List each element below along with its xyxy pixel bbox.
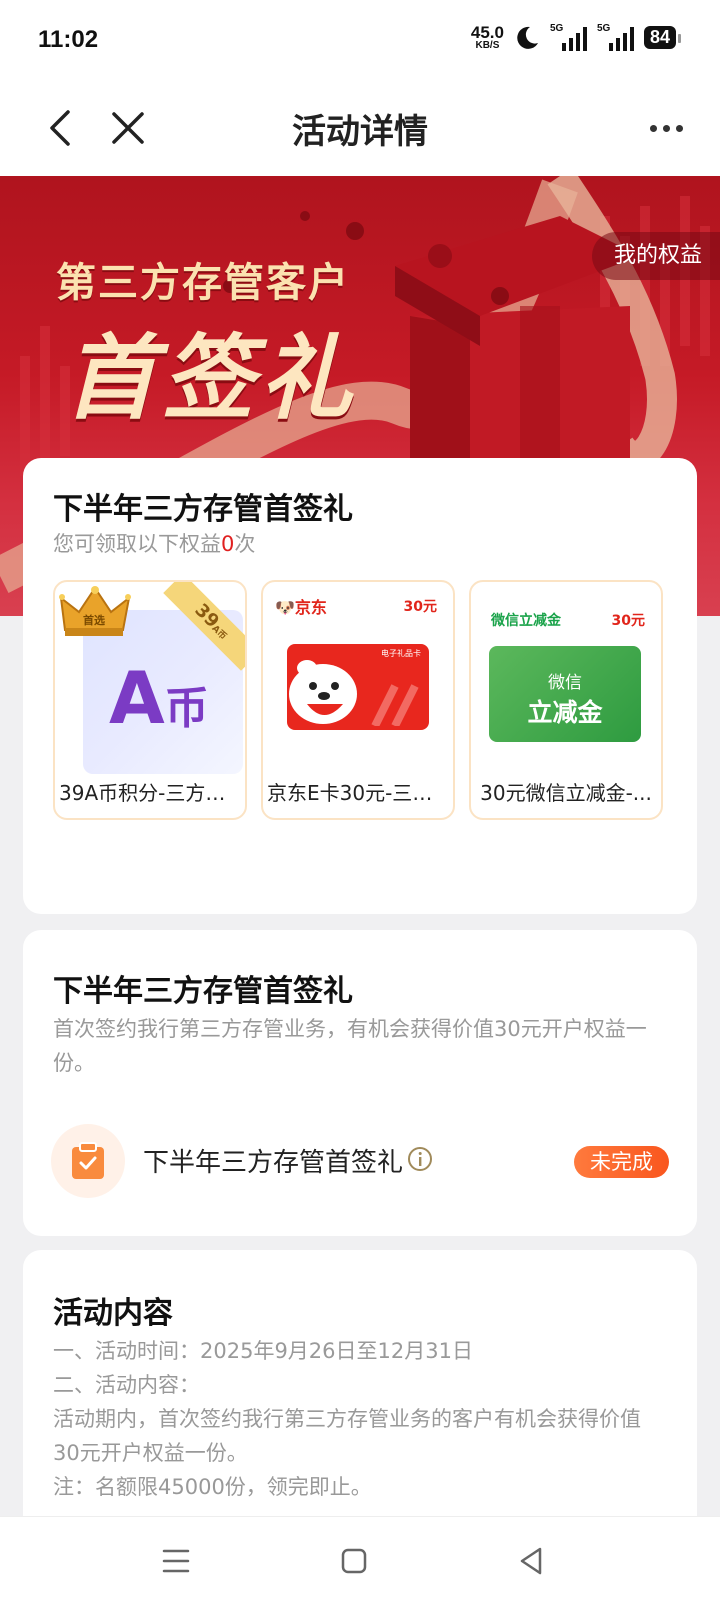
hero-subtitle: 第三方存管客户 xyxy=(56,260,350,306)
crown-label: 首选 xyxy=(83,614,105,627)
nav-bar: 活动详情 xyxy=(0,82,720,176)
rules-content: 一、活动时间：2025年9月26日至12月31日 二、活动内容： 活动期内，首次… xyxy=(53,1334,663,1504)
reward-name: 39A币积分-三方存管 xyxy=(59,781,245,805)
task-icon-background xyxy=(51,1124,125,1198)
reward-name: 京东E卡30元-三方... xyxy=(267,781,452,805)
moon-icon xyxy=(517,26,538,49)
task-row[interactable]: 下半年三方存管首签礼 未完成 xyxy=(51,1124,669,1200)
my-benefits-button[interactable]: 我的权益 xyxy=(591,232,720,280)
reward-item-acoin[interactable]: A币 39A币 首选 39A币积分-三方存管 xyxy=(53,580,247,820)
task-status-badge[interactable]: 未完成 xyxy=(574,1146,669,1178)
menu-icon[interactable] xyxy=(158,1543,194,1579)
reward-price: 30元 xyxy=(403,599,437,615)
jd-dog-mascot-icon xyxy=(289,660,357,724)
info-icon[interactable] xyxy=(407,1146,433,1172)
signal-icon-2: 5G xyxy=(596,22,634,51)
network-speed-unit: KB/S xyxy=(475,40,500,51)
back-triangle-icon[interactable] xyxy=(514,1543,550,1579)
network-speed: 45.0 KB/S xyxy=(471,24,504,51)
jd-logo: 🐶京东 xyxy=(275,598,327,617)
rules-line: 一、活动时间：2025年9月26日至12月31日 xyxy=(53,1339,473,1363)
reward-list: A币 39A币 首选 39A币积分-三方存管 🐶京东 30元 电子礼品卡 京东E… xyxy=(53,580,663,820)
wechat-coupon-brand: 微信立减金 xyxy=(491,613,561,629)
task-card-description: 首次签约我行第三方存管业务，有机会获得价值30元开户权益一份。 xyxy=(53,1017,647,1075)
remaining-count: 0 xyxy=(221,532,235,556)
acoin-image-text: A币 xyxy=(109,656,209,740)
jd-gift-card-image: 电子礼品卡 xyxy=(287,644,429,730)
page-title: 活动详情 xyxy=(292,112,428,152)
task-card-title: 下半年三方存管首签礼 xyxy=(53,974,353,1009)
battery-icon: 84 xyxy=(643,26,682,49)
signal-label-2: 5G xyxy=(596,22,611,34)
reward-item-wechat-coupon[interactable]: 微信立减金 30元 微信 立减金 30元微信立减金-... xyxy=(469,580,663,820)
jd-card-pattern xyxy=(371,684,419,726)
status-icons: 45.0 KB/S 5G 5G 84 xyxy=(471,22,682,51)
rules-card: 活动内容 一、活动时间：2025年9月26日至12月31日 二、活动内容： 活动… xyxy=(23,1250,697,1550)
reward-card-subtitle: 您可领取以下权益0次 xyxy=(53,528,255,558)
task-card: 下半年三方存管首签礼 首次签约我行第三方存管业务，有机会获得价值30元开户权益一… xyxy=(23,930,697,1236)
more-icon[interactable] xyxy=(642,112,690,144)
reward-price: 30元 xyxy=(611,613,645,629)
rules-card-title: 活动内容 xyxy=(53,1296,173,1331)
rules-line: 活动期内，首次签约我行第三方存管业务的客户有机会获得价值30元开户权益一份。 xyxy=(53,1407,641,1465)
reward-card-title: 下半年三方存管首签礼 xyxy=(53,492,353,527)
gift-card-label: 电子礼品卡 xyxy=(381,649,421,658)
home-icon[interactable] xyxy=(336,1543,372,1579)
subtitle-suffix: 次 xyxy=(234,532,256,556)
rules-line: 注：名额限45000份，领完即止。 xyxy=(53,1475,372,1499)
status-bar: 11:02 45.0 KB/S 5G 5G 84 xyxy=(0,0,720,82)
signal-label-1: 5G xyxy=(549,22,564,34)
hero-title: 首签礼 xyxy=(64,324,359,432)
wechat-coupon-line1: 微信 xyxy=(548,673,582,693)
network-speed-value: 45.0 xyxy=(470,23,504,42)
task-name: 下半年三方存管首签礼 xyxy=(143,1148,404,1178)
rules-line: 二、活动内容： xyxy=(53,1373,200,1397)
system-navigation-bar xyxy=(0,1516,720,1604)
subtitle-prefix: 您可领取以下权益 xyxy=(53,532,221,556)
wechat-coupon-image: 微信 立减金 xyxy=(489,646,641,742)
reward-card: 下半年三方存管首签礼 您可领取以下权益0次 A币 39A币 首选 39A币积分-… xyxy=(23,458,697,914)
clipboard-check-icon xyxy=(72,1142,104,1179)
reward-item-jd-card[interactable]: 🐶京东 30元 电子礼品卡 京东E卡30元-三方... xyxy=(261,580,455,820)
status-time: 11:02 xyxy=(38,26,99,53)
wechat-coupon-line2: 立减金 xyxy=(527,698,603,727)
signal-icon-1: 5G xyxy=(549,22,587,51)
reward-name: 30元微信立减金-... xyxy=(480,781,652,805)
